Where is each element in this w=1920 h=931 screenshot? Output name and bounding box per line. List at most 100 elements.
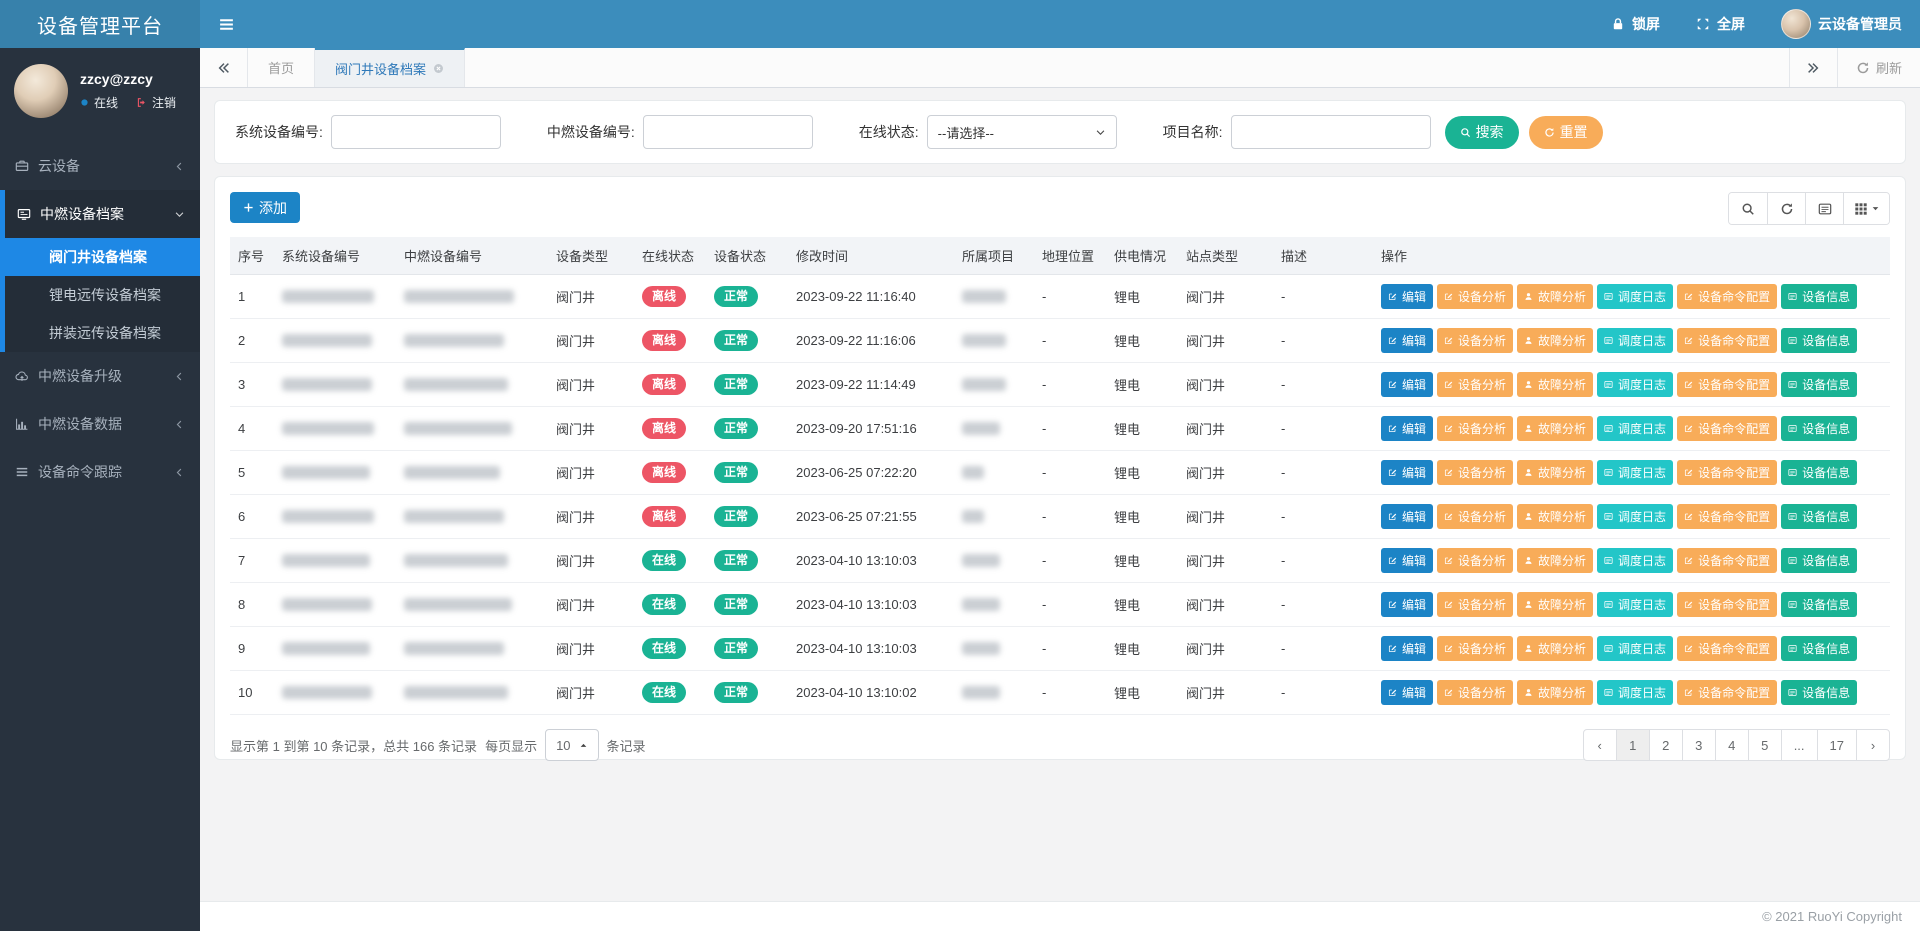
- row-action-2[interactable]: 设备分析: [1437, 592, 1513, 617]
- row-action-4[interactable]: 调度日志: [1597, 460, 1673, 485]
- row-action-2[interactable]: 设备分析: [1437, 504, 1513, 529]
- row-action-2[interactable]: 设备分析: [1437, 680, 1513, 705]
- table-columns-button[interactable]: [1843, 193, 1889, 224]
- page-button-...[interactable]: ...: [1781, 729, 1818, 761]
- fullscreen-button[interactable]: 全屏: [1678, 0, 1763, 48]
- row-action-5[interactable]: 设备命令配置: [1677, 504, 1777, 529]
- row-action-1[interactable]: 编辑: [1381, 328, 1433, 353]
- sidebar-item-4[interactable]: 中燃设备数据: [0, 400, 200, 448]
- row-action-6[interactable]: 设备信息: [1781, 328, 1857, 353]
- table-search-toggle-button[interactable]: [1729, 193, 1767, 224]
- row-action-5[interactable]: 设备命令配置: [1677, 416, 1777, 441]
- row-action-4[interactable]: 调度日志: [1597, 504, 1673, 529]
- sidebar-item-3[interactable]: 中燃设备升级: [0, 352, 200, 400]
- row-action-1[interactable]: 编辑: [1381, 460, 1433, 485]
- page-size-dropdown[interactable]: 10: [545, 729, 598, 761]
- sidebar-subitem-2[interactable]: 锂电远传设备档案: [5, 276, 200, 314]
- row-action-3[interactable]: 故障分析: [1517, 416, 1593, 441]
- user-menu-button[interactable]: 云设备管理员: [1763, 0, 1920, 48]
- reset-button[interactable]: 重置: [1529, 116, 1603, 149]
- sidebar-item-1[interactable]: 云设备: [0, 142, 200, 190]
- row-action-4[interactable]: 调度日志: [1597, 328, 1673, 353]
- row-action-6[interactable]: 设备信息: [1781, 548, 1857, 573]
- row-action-4[interactable]: 调度日志: [1597, 548, 1673, 573]
- row-action-5[interactable]: 设备命令配置: [1677, 460, 1777, 485]
- row-action-3[interactable]: 故障分析: [1517, 636, 1593, 661]
- row-action-3[interactable]: 故障分析: [1517, 284, 1593, 309]
- page-button-5[interactable]: 5: [1748, 729, 1782, 761]
- row-action-1[interactable]: 编辑: [1381, 504, 1433, 529]
- row-action-5[interactable]: 设备命令配置: [1677, 372, 1777, 397]
- row-action-4[interactable]: 调度日志: [1597, 680, 1673, 705]
- row-action-5[interactable]: 设备命令配置: [1677, 680, 1777, 705]
- row-action-3[interactable]: 故障分析: [1517, 592, 1593, 617]
- row-action-6[interactable]: 设备信息: [1781, 680, 1857, 705]
- row-action-1[interactable]: 编辑: [1381, 416, 1433, 441]
- zr-device-id-input[interactable]: [643, 115, 813, 149]
- row-action-2[interactable]: 设备分析: [1437, 372, 1513, 397]
- row-action-5[interactable]: 设备命令配置: [1677, 328, 1777, 353]
- table-card-view-button[interactable]: [1805, 193, 1843, 224]
- row-action-1[interactable]: 编辑: [1381, 592, 1433, 617]
- row-action-4[interactable]: 调度日志: [1597, 636, 1673, 661]
- online-status-select[interactable]: --请选择--: [927, 115, 1117, 149]
- row-action-1[interactable]: 编辑: [1381, 372, 1433, 397]
- page-button-4[interactable]: 4: [1715, 729, 1749, 761]
- sidebar-item-2[interactable]: 中燃设备档案: [5, 190, 200, 238]
- sidebar-toggle-button[interactable]: [200, 0, 252, 48]
- row-action-5[interactable]: 设备命令配置: [1677, 548, 1777, 573]
- row-action-6[interactable]: 设备信息: [1781, 372, 1857, 397]
- sidebar-subitem-1[interactable]: 阀门井设备档案: [5, 238, 200, 276]
- table-refresh-button[interactable]: [1767, 193, 1805, 224]
- row-action-5[interactable]: 设备命令配置: [1677, 592, 1777, 617]
- row-action-3[interactable]: 故障分析: [1517, 504, 1593, 529]
- page-button-3[interactable]: 3: [1682, 729, 1716, 761]
- row-action-2[interactable]: 设备分析: [1437, 460, 1513, 485]
- tab-1[interactable]: 首页: [248, 48, 315, 87]
- row-action-6[interactable]: 设备信息: [1781, 592, 1857, 617]
- row-action-2[interactable]: 设备分析: [1437, 636, 1513, 661]
- logout-link[interactable]: 注销: [152, 94, 176, 111]
- sidebar-item-5[interactable]: 设备命令跟踪: [0, 448, 200, 496]
- page-button-2[interactable]: 2: [1649, 729, 1683, 761]
- row-action-3[interactable]: 故障分析: [1517, 680, 1593, 705]
- page-button-›[interactable]: ›: [1856, 729, 1890, 761]
- row-action-6[interactable]: 设备信息: [1781, 284, 1857, 309]
- row-action-1[interactable]: 编辑: [1381, 548, 1433, 573]
- row-action-4[interactable]: 调度日志: [1597, 416, 1673, 441]
- system-device-id-input[interactable]: [331, 115, 501, 149]
- row-action-5[interactable]: 设备命令配置: [1677, 284, 1777, 309]
- page-button-17[interactable]: 17: [1817, 729, 1857, 761]
- row-action-6[interactable]: 设备信息: [1781, 460, 1857, 485]
- row-action-6[interactable]: 设备信息: [1781, 416, 1857, 441]
- row-action-2[interactable]: 设备分析: [1437, 284, 1513, 309]
- row-action-2[interactable]: 设备分析: [1437, 416, 1513, 441]
- row-action-1[interactable]: 编辑: [1381, 636, 1433, 661]
- row-action-6[interactable]: 设备信息: [1781, 636, 1857, 661]
- lock-screen-button[interactable]: 锁屏: [1593, 0, 1678, 48]
- row-action-2[interactable]: 设备分析: [1437, 548, 1513, 573]
- row-action-3[interactable]: 故障分析: [1517, 548, 1593, 573]
- page-button-‹[interactable]: ‹: [1583, 729, 1617, 761]
- tabs-scroll-left-button[interactable]: [200, 48, 248, 87]
- search-button[interactable]: 搜索: [1445, 116, 1519, 149]
- row-action-3[interactable]: 故障分析: [1517, 328, 1593, 353]
- row-action-6[interactable]: 设备信息: [1781, 504, 1857, 529]
- add-button[interactable]: 添加: [230, 192, 300, 223]
- row-action-5[interactable]: 设备命令配置: [1677, 636, 1777, 661]
- tabs-scroll-right-button[interactable]: [1789, 48, 1837, 87]
- row-action-3[interactable]: 故障分析: [1517, 372, 1593, 397]
- row-action-4[interactable]: 调度日志: [1597, 592, 1673, 617]
- row-action-3[interactable]: 故障分析: [1517, 460, 1593, 485]
- tab-refresh-button[interactable]: 刷新: [1837, 48, 1920, 87]
- row-action-4[interactable]: 调度日志: [1597, 284, 1673, 309]
- row-action-1[interactable]: 编辑: [1381, 284, 1433, 309]
- row-action-4[interactable]: 调度日志: [1597, 372, 1673, 397]
- device-table: 序号系统设备编号中燃设备编号设备类型在线状态设备状态修改时间所属项目地理位置供电…: [230, 237, 1890, 715]
- sidebar-subitem-3[interactable]: 拼装远传设备档案: [5, 314, 200, 352]
- tab-2[interactable]: 阀门井设备档案: [315, 48, 465, 87]
- row-action-1[interactable]: 编辑: [1381, 680, 1433, 705]
- project-name-input[interactable]: [1231, 115, 1431, 149]
- page-button-1[interactable]: 1: [1616, 729, 1650, 761]
- row-action-2[interactable]: 设备分析: [1437, 328, 1513, 353]
